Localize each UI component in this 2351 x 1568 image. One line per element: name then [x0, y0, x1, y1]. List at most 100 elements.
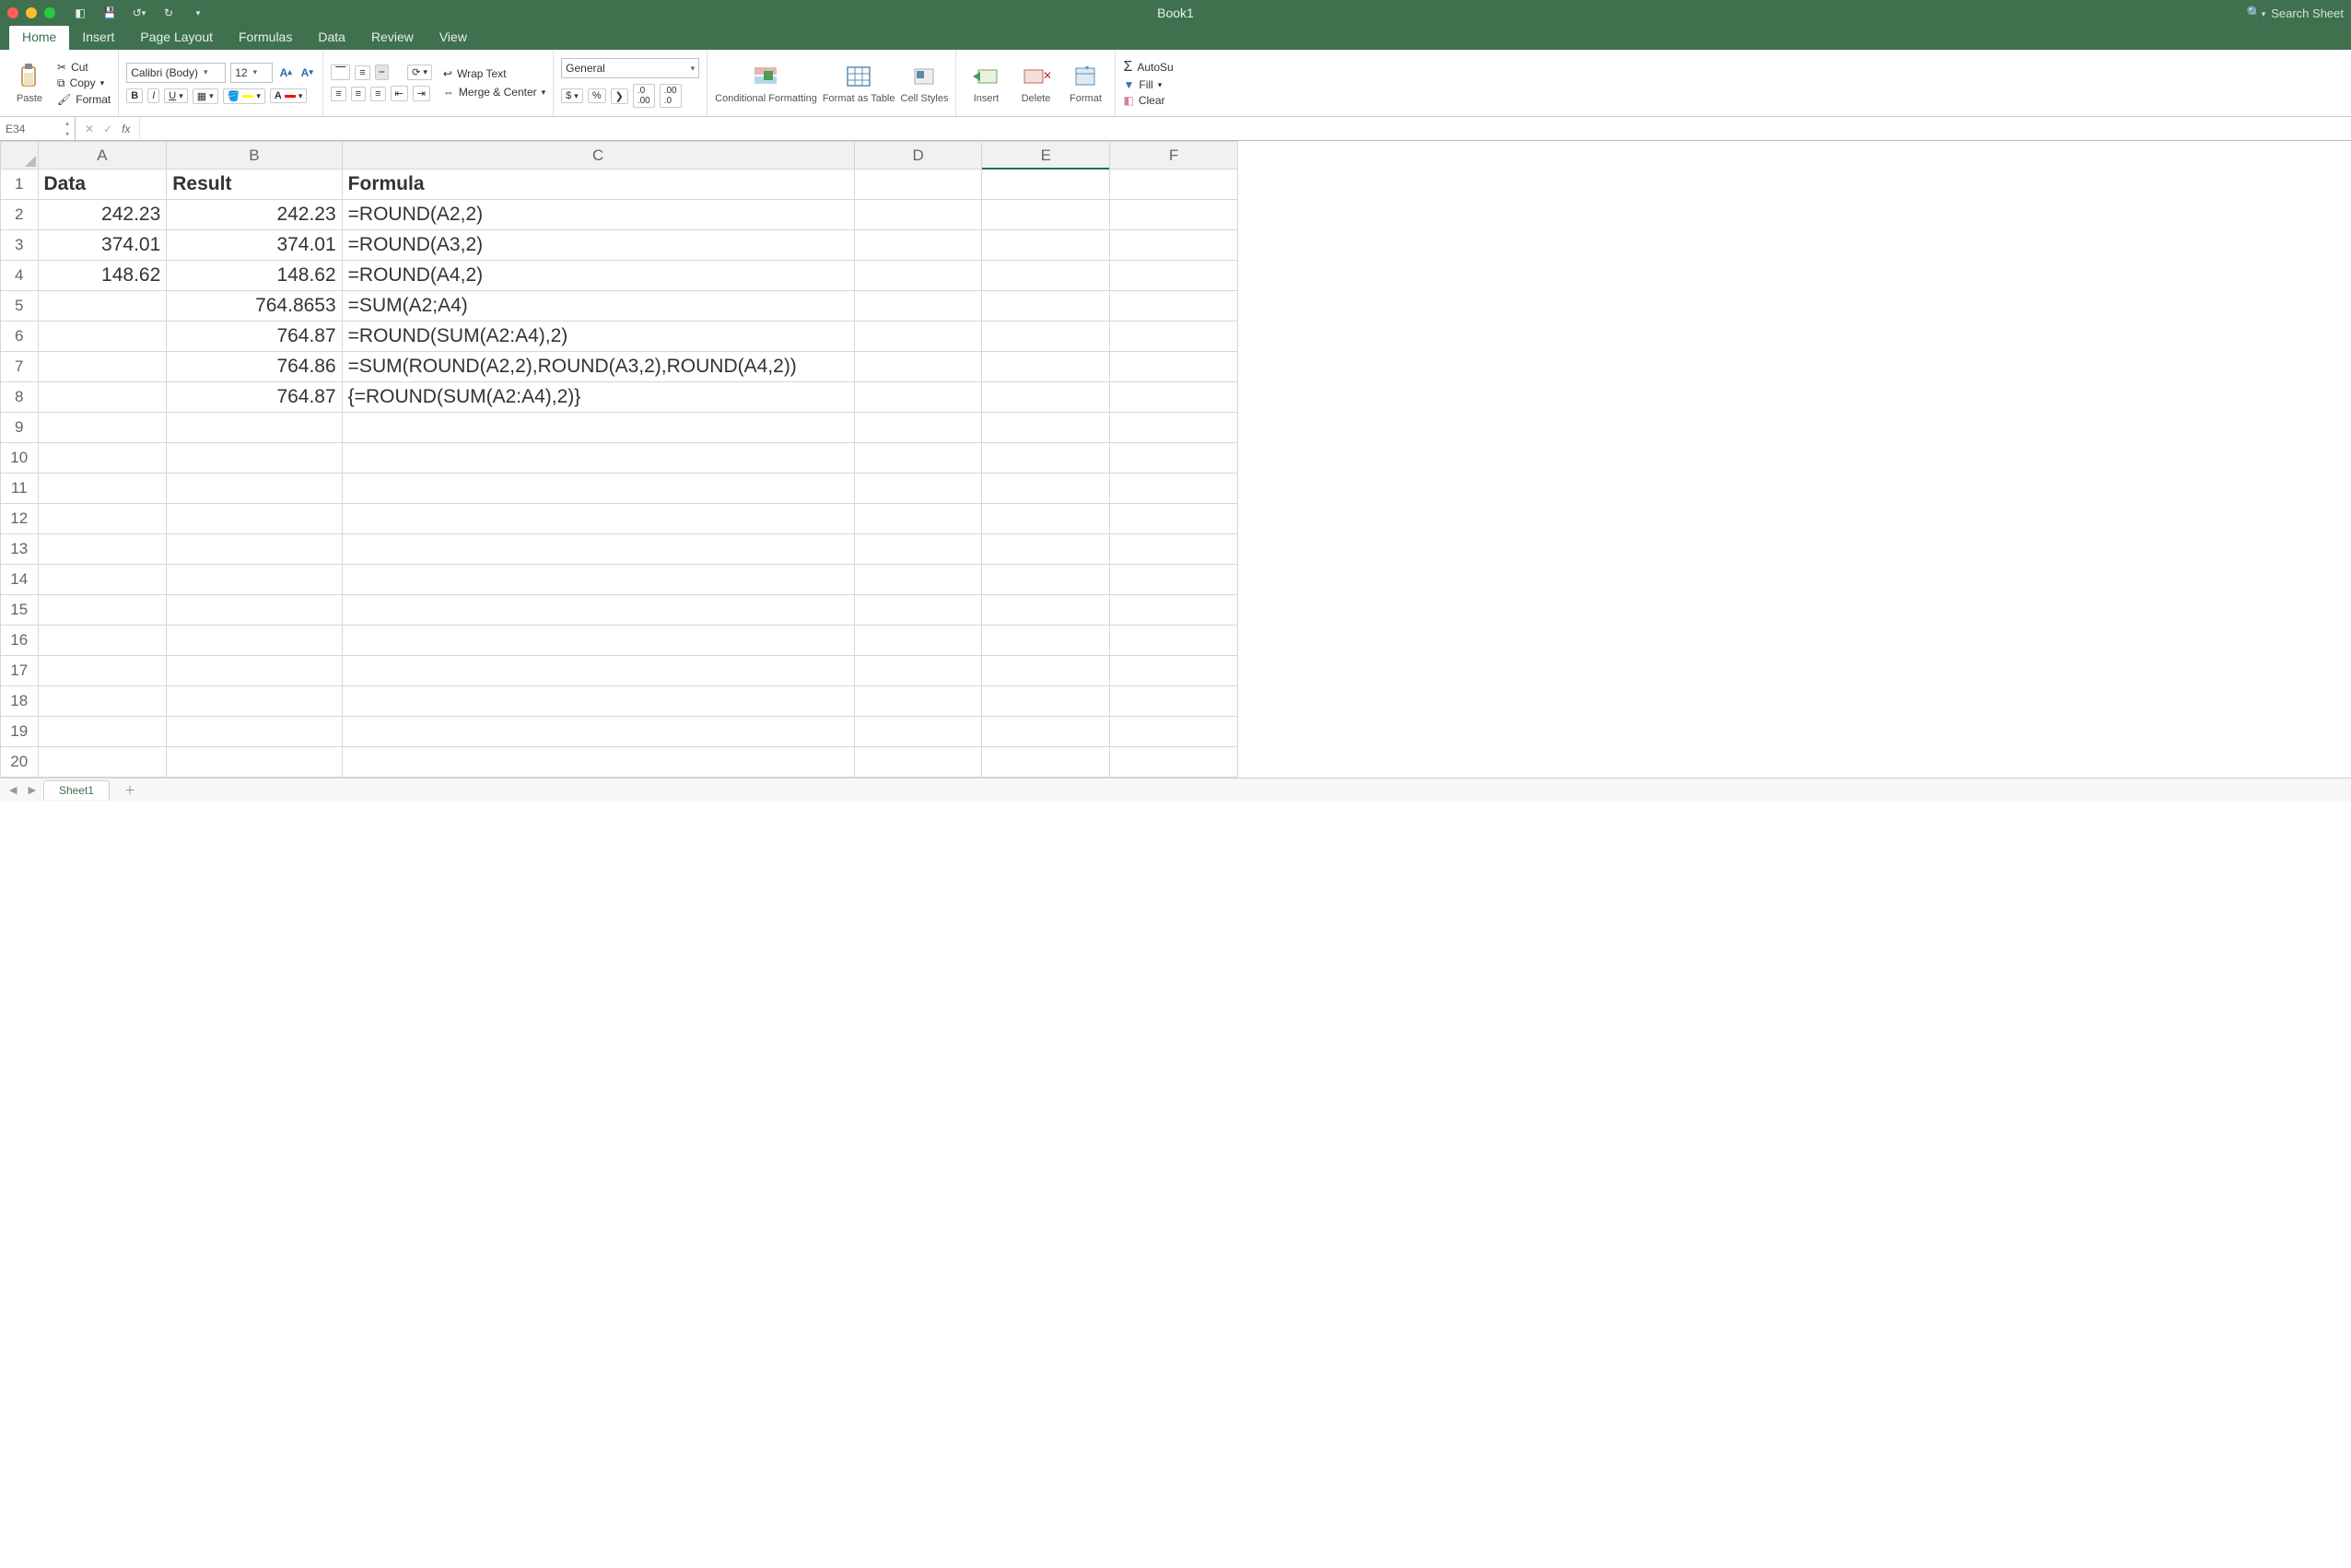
row-header-5[interactable]: 5: [1, 291, 39, 322]
increase-decimal-button[interactable]: .0.00: [633, 84, 655, 108]
autosum-button[interactable]: ΣAutoSu: [1123, 59, 1173, 76]
minimize-window-button[interactable]: [26, 7, 37, 18]
cell-D17[interactable]: [854, 656, 982, 686]
save-icon[interactable]: 💾: [101, 5, 118, 21]
cell-D10[interactable]: [854, 443, 982, 474]
cell-F1[interactable]: [1110, 170, 1238, 200]
cell-A9[interactable]: [38, 413, 167, 443]
cell-C16[interactable]: [342, 626, 854, 656]
decrease-font-icon[interactable]: A▾: [298, 64, 315, 81]
select-all-corner[interactable]: [1, 142, 39, 170]
cell-A12[interactable]: [38, 504, 167, 534]
cell-A15[interactable]: [38, 595, 167, 626]
cell-B6[interactable]: 764.87: [167, 322, 342, 352]
cell-C15[interactable]: [342, 595, 854, 626]
cell-A11[interactable]: [38, 474, 167, 504]
cell-B14[interactable]: [167, 565, 342, 595]
tab-insert[interactable]: Insert: [69, 25, 127, 50]
cell-B4[interactable]: 148.62: [167, 261, 342, 291]
cell-C7[interactable]: =SUM(ROUND(A2,2),ROUND(A3,2),ROUND(A4,2)…: [342, 352, 854, 382]
cell-B15[interactable]: [167, 595, 342, 626]
cell-A6[interactable]: [38, 322, 167, 352]
cell-F5[interactable]: [1110, 291, 1238, 322]
cell-D14[interactable]: [854, 565, 982, 595]
cell-B9[interactable]: [167, 413, 342, 443]
row-header-12[interactable]: 12: [1, 504, 39, 534]
redo-icon[interactable]: ↻: [160, 5, 177, 21]
clear-button[interactable]: ◧Clear: [1123, 94, 1173, 107]
cell-C18[interactable]: [342, 686, 854, 717]
cell-E2[interactable]: [982, 200, 1110, 230]
cell-B11[interactable]: [167, 474, 342, 504]
borders-button[interactable]: ▦▾: [193, 88, 218, 104]
cell-E10[interactable]: [982, 443, 1110, 474]
cell-E7[interactable]: [982, 352, 1110, 382]
cell-E9[interactable]: [982, 413, 1110, 443]
fx-icon[interactable]: fx: [122, 123, 130, 135]
increase-font-icon[interactable]: A▴: [277, 64, 294, 81]
cell-C13[interactable]: [342, 534, 854, 565]
align-right-button[interactable]: ≡: [370, 87, 385, 101]
tab-view[interactable]: View: [427, 25, 480, 50]
row-header-6[interactable]: 6: [1, 322, 39, 352]
row-header-7[interactable]: 7: [1, 352, 39, 382]
wrap-text-button[interactable]: ↩Wrap Text: [443, 67, 545, 80]
row-header-20[interactable]: 20: [1, 747, 39, 778]
cut-button[interactable]: ✂︎Cut: [57, 61, 111, 74]
cell-C6[interactable]: =ROUND(SUM(A2:A4),2): [342, 322, 854, 352]
cell-C14[interactable]: [342, 565, 854, 595]
decrease-indent-button[interactable]: ⇤: [391, 86, 408, 101]
cell-B13[interactable]: [167, 534, 342, 565]
cell-E3[interactable]: [982, 230, 1110, 261]
cell-A20[interactable]: [38, 747, 167, 778]
cell-F6[interactable]: [1110, 322, 1238, 352]
row-header-16[interactable]: 16: [1, 626, 39, 656]
cell-E12[interactable]: [982, 504, 1110, 534]
tab-home[interactable]: Home: [9, 25, 69, 50]
orientation-button[interactable]: ⟳▾: [407, 64, 432, 80]
cell-C1[interactable]: Formula: [342, 170, 854, 200]
cell-F18[interactable]: [1110, 686, 1238, 717]
add-sheet-button[interactable]: ＋: [113, 779, 146, 801]
percent-button[interactable]: %: [588, 88, 606, 103]
sheet-tab-sheet1[interactable]: Sheet1: [43, 780, 110, 800]
row-header-8[interactable]: 8: [1, 382, 39, 413]
cell-E17[interactable]: [982, 656, 1110, 686]
cell-F19[interactable]: [1110, 717, 1238, 747]
cell-F15[interactable]: [1110, 595, 1238, 626]
cell-D13[interactable]: [854, 534, 982, 565]
cell-E19[interactable]: [982, 717, 1110, 747]
format-cells-button[interactable]: Format: [1063, 62, 1107, 104]
cell-F20[interactable]: [1110, 747, 1238, 778]
font-color-button[interactable]: A▾: [270, 88, 307, 103]
cell-B3[interactable]: 374.01: [167, 230, 342, 261]
cell-E11[interactable]: [982, 474, 1110, 504]
sheet-nav-next[interactable]: ▶: [24, 784, 39, 796]
cell-F8[interactable]: [1110, 382, 1238, 413]
cell-B17[interactable]: [167, 656, 342, 686]
row-header-2[interactable]: 2: [1, 200, 39, 230]
cell-B5[interactable]: 764.8653: [167, 291, 342, 322]
cell-D6[interactable]: [854, 322, 982, 352]
cell-D15[interactable]: [854, 595, 982, 626]
cell-E15[interactable]: [982, 595, 1110, 626]
cell-F3[interactable]: [1110, 230, 1238, 261]
qat-customize-icon[interactable]: ▾: [190, 5, 206, 21]
cell-D8[interactable]: [854, 382, 982, 413]
cell-B7[interactable]: 764.86: [167, 352, 342, 382]
row-header-4[interactable]: 4: [1, 261, 39, 291]
cell-A8[interactable]: [38, 382, 167, 413]
cell-F12[interactable]: [1110, 504, 1238, 534]
row-header-13[interactable]: 13: [1, 534, 39, 565]
cell-D4[interactable]: [854, 261, 982, 291]
row-header-1[interactable]: 1: [1, 170, 39, 200]
cell-E8[interactable]: [982, 382, 1110, 413]
cell-C19[interactable]: [342, 717, 854, 747]
cell-C2[interactable]: =ROUND(A2,2): [342, 200, 854, 230]
cell-B12[interactable]: [167, 504, 342, 534]
cell-B10[interactable]: [167, 443, 342, 474]
format-painter-button[interactable]: 🖌Format: [57, 93, 111, 106]
paste-button[interactable]: Paste: [7, 62, 52, 104]
cell-E1[interactable]: [982, 170, 1110, 200]
cell-B8[interactable]: 764.87: [167, 382, 342, 413]
